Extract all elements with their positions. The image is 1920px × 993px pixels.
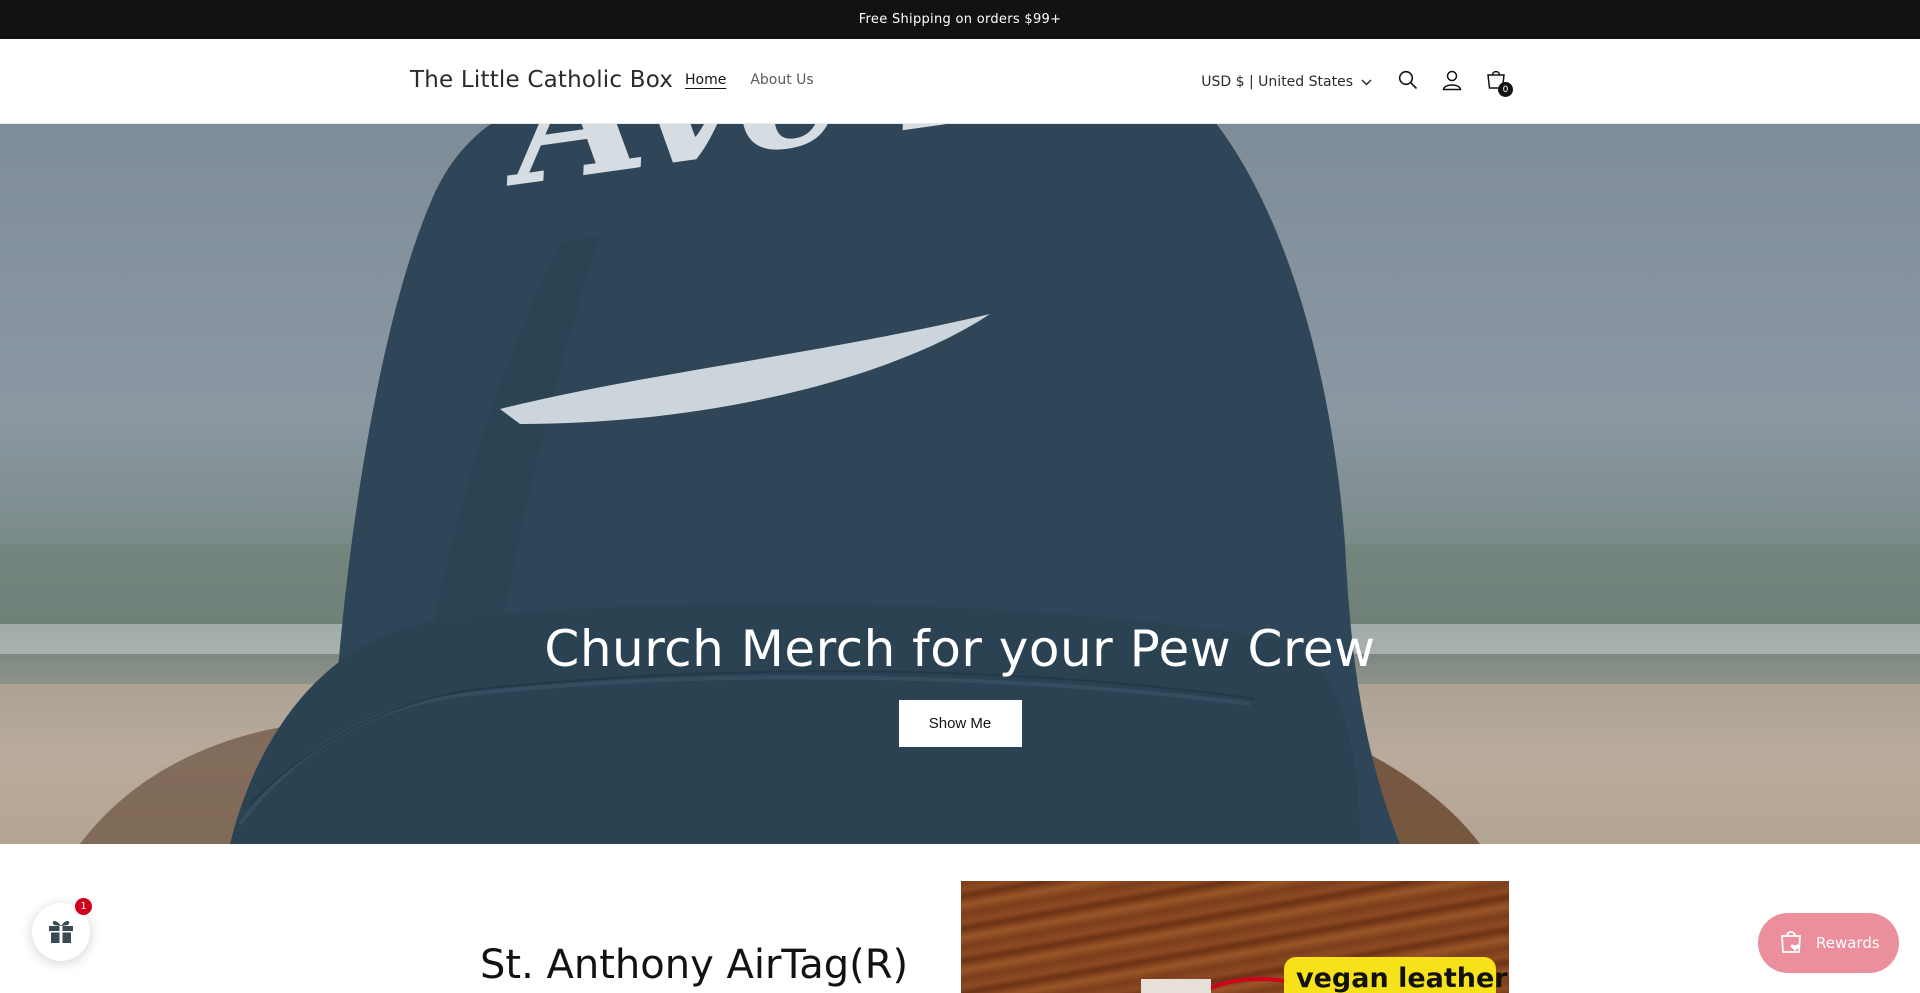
gift-icon (46, 915, 76, 949)
chevron-down-icon (1361, 74, 1372, 90)
nav-link-about-us[interactable]: About Us (750, 72, 813, 88)
featured-product-image[interactable]: vegan leather (961, 881, 1509, 993)
hero-banner: Ave Maria Church Merch for your Pew Crew… (0, 124, 1920, 844)
search-icon (1398, 70, 1418, 94)
announcement-text: Free Shipping on orders $99+ (858, 12, 1062, 27)
shopping-bag-heart-icon (1778, 928, 1804, 958)
rewards-launcher-button[interactable]: Rewards (1758, 913, 1899, 973)
gift-notification-badge: 1 (75, 898, 92, 915)
account-button[interactable] (1438, 68, 1466, 96)
nav-link-home[interactable]: Home (685, 72, 726, 88)
gift-widget-button[interactable]: 1 (32, 898, 92, 961)
site-header: The Little Catholic Box Home About Us US… (0, 39, 1920, 124)
rewards-label: Rewards (1816, 934, 1880, 952)
hero-content: Church Merch for your Pew Crew Show Me (0, 620, 1920, 747)
cart-count-badge: 0 (1498, 82, 1513, 97)
show-me-button[interactable]: Show Me (898, 700, 1022, 747)
main-nav: Home About Us (685, 72, 814, 88)
search-button[interactable] (1394, 68, 1422, 96)
cart-button[interactable]: 0 (1482, 68, 1513, 97)
currency-selector[interactable]: USD $ | United States (1201, 74, 1372, 90)
hero-title: Church Merch for your Pew Crew (544, 620, 1376, 678)
currency-label: USD $ | United States (1201, 74, 1353, 90)
site-logo[interactable]: The Little Catholic Box (410, 67, 673, 93)
account-icon (1441, 69, 1463, 95)
featured-product-title: St. Anthony AirTag(R) (480, 942, 909, 988)
header-actions: USD $ | United States 0 (1201, 64, 1513, 100)
announcement-bar: Free Shipping on orders $99+ (0, 0, 1920, 39)
vegan-leather-tag: vegan leather (1284, 957, 1508, 993)
